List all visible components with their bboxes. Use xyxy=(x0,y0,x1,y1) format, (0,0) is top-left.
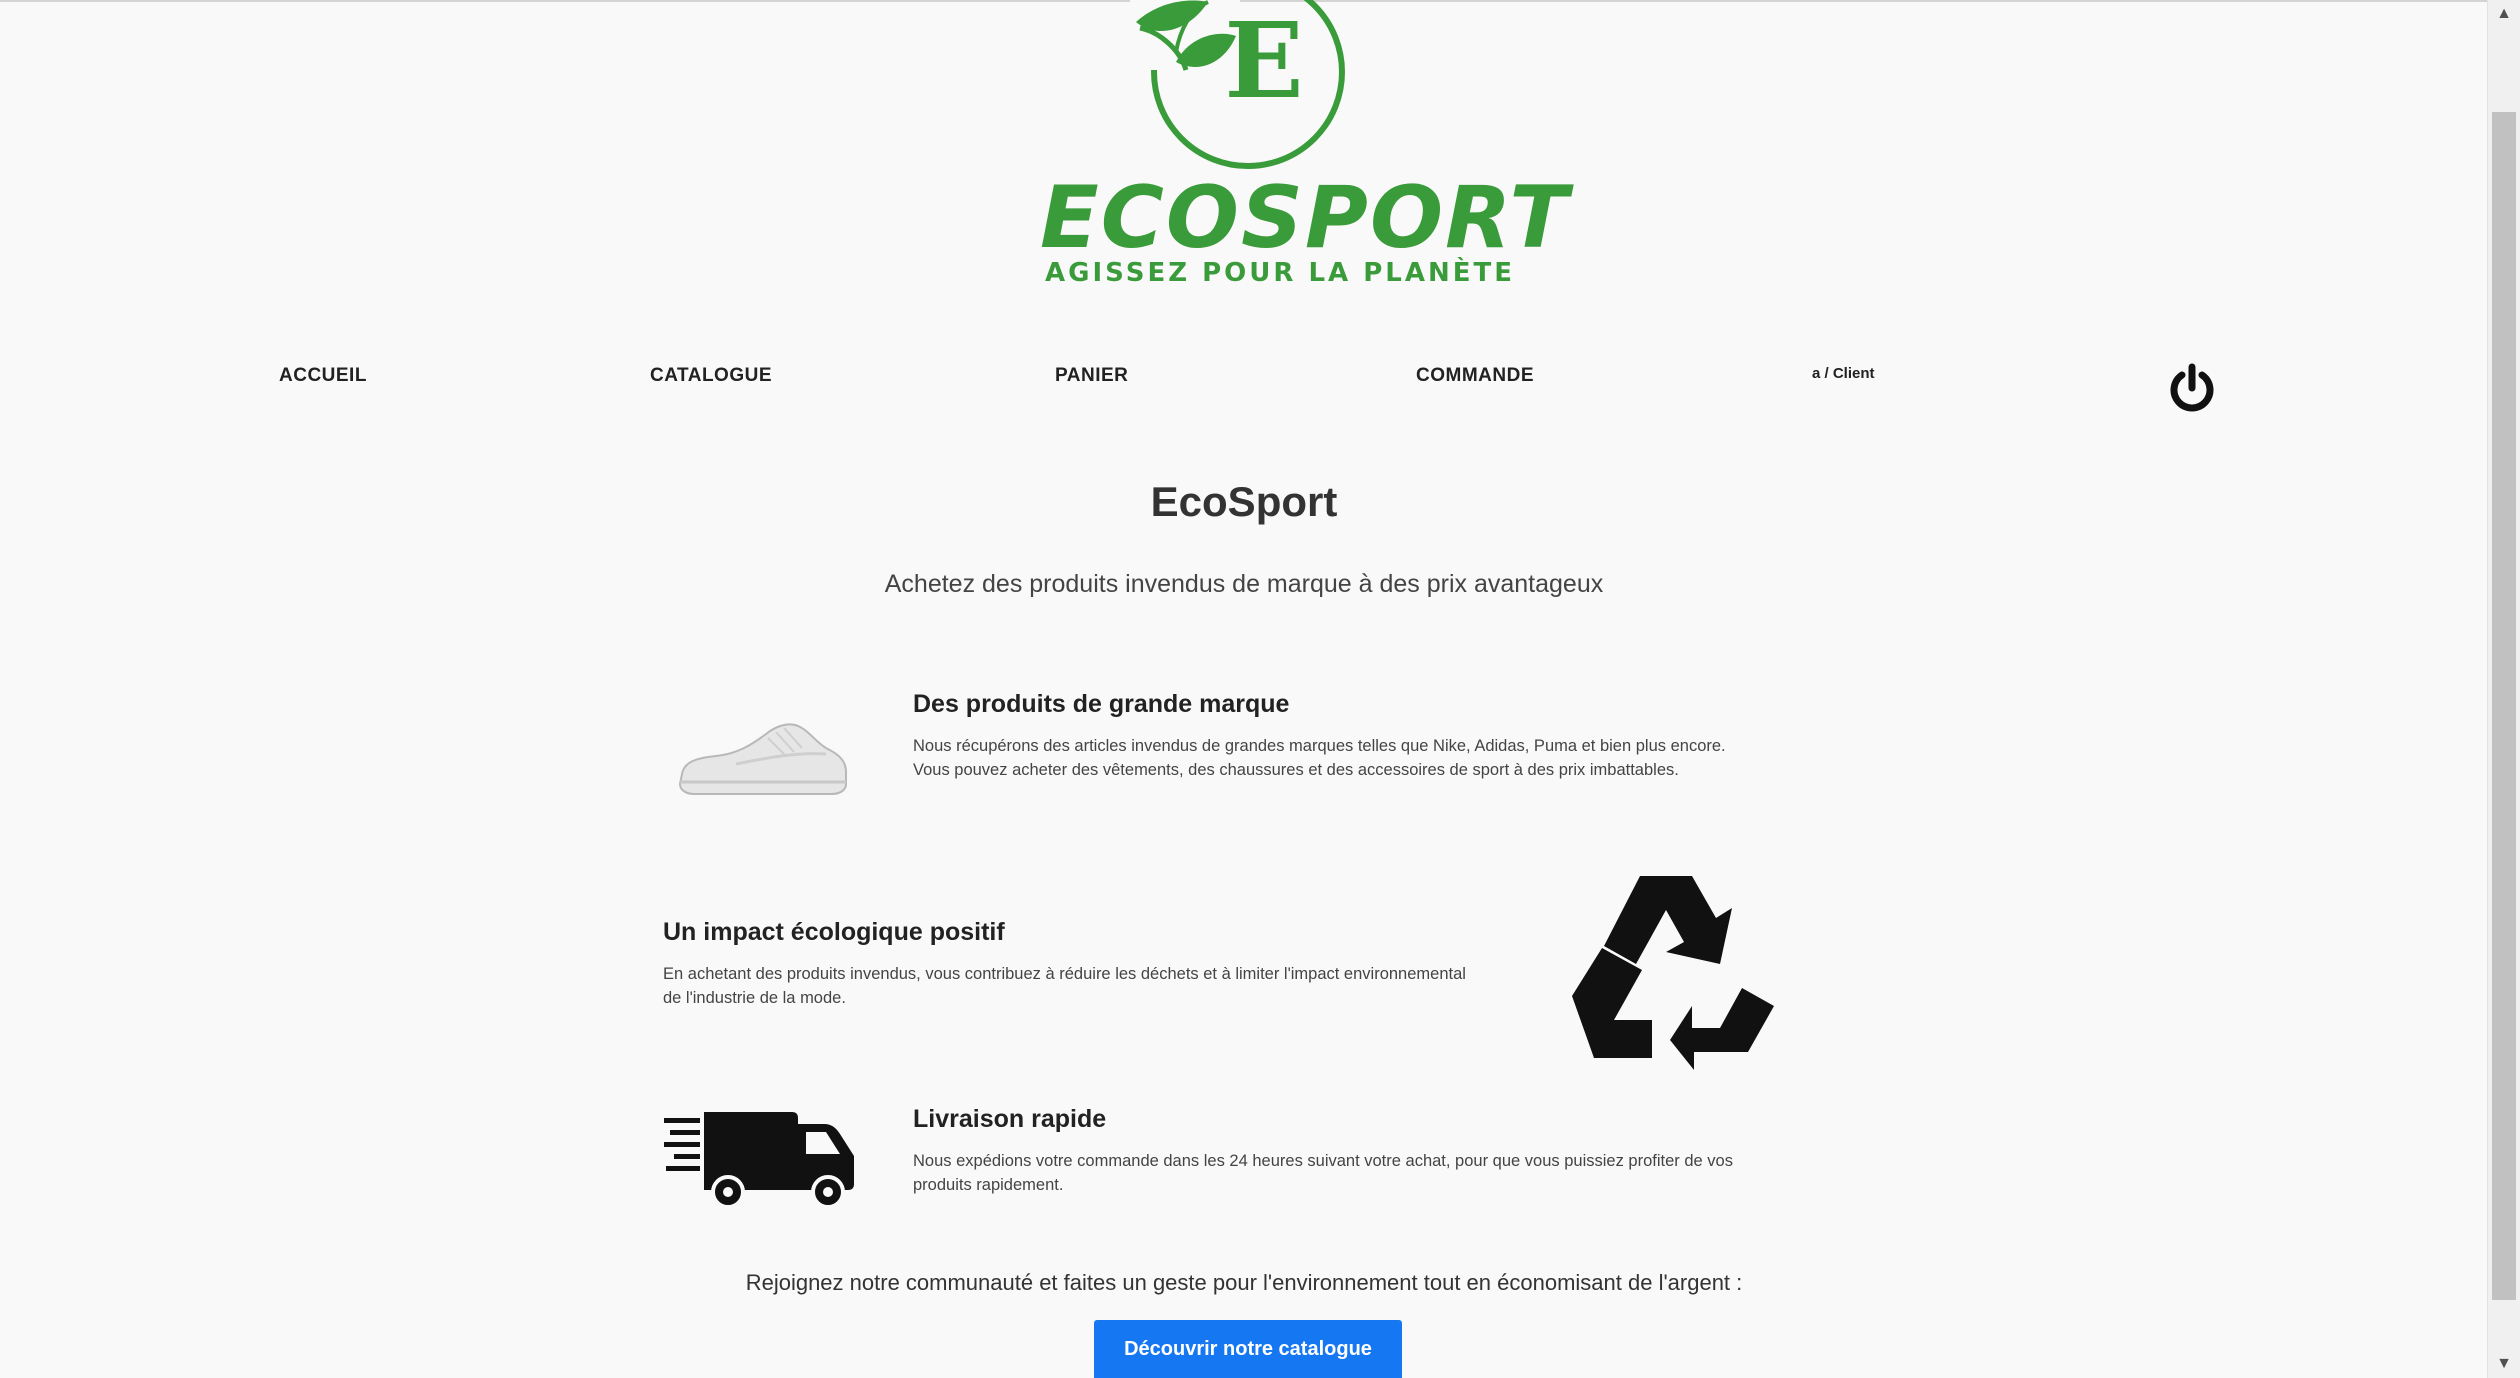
feature-text-brands: Nous récupérons des articles invendus de… xyxy=(913,737,1726,779)
ecosport-logo[interactable]: E ECOSPORT AGISSEZ POUR LA PLANÈTE xyxy=(1040,0,1571,300)
nav-accueil[interactable]: ACCUEIL xyxy=(279,365,367,387)
logo-slogan: AGISSEZ POUR LA PLANÈTE xyxy=(1045,258,1515,288)
page-title: EcoSport xyxy=(1150,478,1338,525)
nav-catalogue[interactable]: CATALOGUE xyxy=(650,365,772,387)
discover-catalogue-button[interactable]: Découvrir notre catalogue xyxy=(1094,1320,1402,1378)
feature-title-ecology: Un impact écologique positif xyxy=(663,918,1005,946)
power-icon[interactable] xyxy=(2166,362,2218,414)
scrollbar-thumb[interactable] xyxy=(2492,112,2516,1300)
scroll-up-arrow-icon[interactable]: ▲ xyxy=(2488,0,2520,28)
scroll-down-arrow-icon[interactable]: ▼ xyxy=(2488,1350,2520,1378)
sneaker-image xyxy=(678,723,847,795)
nav-commande[interactable]: COMMANDE xyxy=(1416,365,1534,387)
page-subtitle: Achetez des produits invendus de marque … xyxy=(884,570,1604,598)
user-label: a / Client xyxy=(1812,365,1875,382)
cta-text: Rejoignez notre communauté et faites un … xyxy=(745,1270,1743,1295)
feature-text-delivery: Nous expédions votre commande dans les 2… xyxy=(913,1152,1733,1194)
feature-text-ecology: En achetant des produits invendus, vous … xyxy=(663,965,1466,1007)
logo-monogram: E xyxy=(1224,0,1304,122)
delivery-truck-icon xyxy=(664,1112,854,1208)
nav-panier[interactable]: PANIER xyxy=(1055,365,1128,387)
vertical-scrollbar[interactable]: ▲ ▼ xyxy=(2487,0,2520,1378)
logo-wordmark: ECOSPORT xyxy=(1040,168,1571,268)
feature-title-brands: Des produits de grande marque xyxy=(913,690,1290,718)
feature-title-delivery: Livraison rapide xyxy=(913,1105,1107,1133)
recycle-icon xyxy=(1572,876,1774,1070)
